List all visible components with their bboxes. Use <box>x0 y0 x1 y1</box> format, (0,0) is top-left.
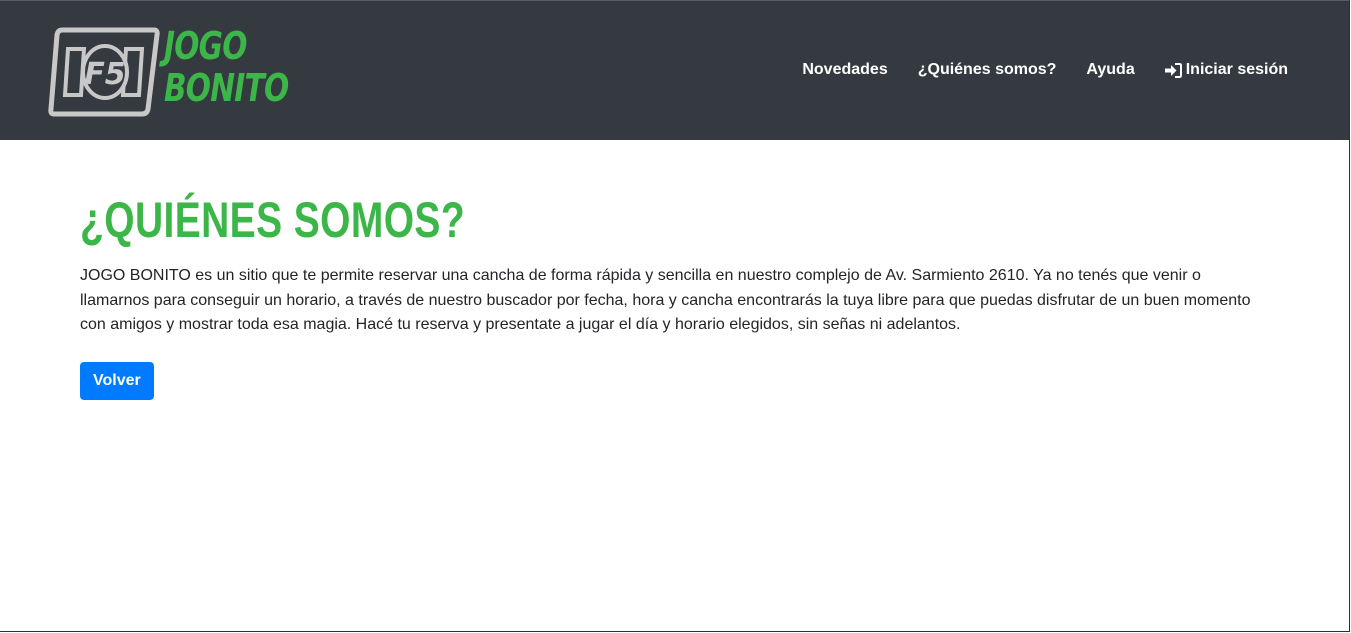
brand-home-link[interactable]: F5 JOGO BONITO <box>48 24 289 119</box>
nav-link-label: Novedades <box>802 61 888 78</box>
navbar: F5 JOGO BONITO Novedades ¿Quiénes somos?… <box>0 0 1349 140</box>
main-nav: Novedades ¿Quiénes somos? Ayuda Iniciar … <box>787 61 1288 79</box>
logo-f5-text: F5 <box>84 57 125 92</box>
page-title: ¿QUIÉNES SOMOS? <box>80 192 466 248</box>
brand-name-line1: JOGO <box>164 24 247 68</box>
about-paragraph: JOGO BONITO es un sitio que te permite r… <box>80 267 1251 333</box>
page: F5 JOGO BONITO Novedades ¿Quiénes somos?… <box>0 0 1350 632</box>
nav-link-label: Ayuda <box>1086 61 1135 78</box>
nav-link-quienes-somos[interactable]: ¿Quiénes somos? <box>903 61 1072 79</box>
back-button[interactable]: Volver <box>80 361 154 400</box>
nav-link-label: Iniciar sesión <box>1185 61 1288 78</box>
nav-link-label: ¿Quiénes somos? <box>917 61 1057 78</box>
main-content: ¿QUIÉNES SOMOS? JOGO BONITO es un sitio … <box>80 190 1280 400</box>
nav-link-novedades[interactable]: Novedades <box>787 61 902 79</box>
brand-name: JOGO BONITO <box>164 24 289 110</box>
nav-link-ayuda[interactable]: Ayuda <box>1071 61 1149 79</box>
brand-name-line2: BONITO <box>164 66 289 110</box>
f5-logo-icon: F5 <box>48 27 160 117</box>
sign-in-icon <box>1164 62 1182 78</box>
nav-link-iniciar-sesion[interactable]: Iniciar sesión <box>1150 61 1288 79</box>
